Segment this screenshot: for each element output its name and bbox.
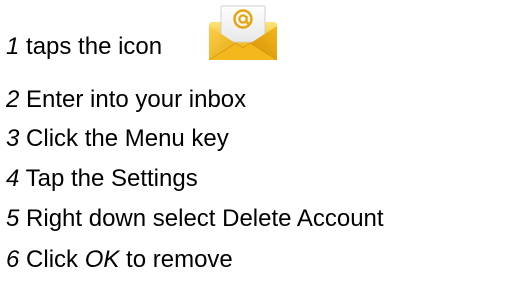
step-text-post: to remove xyxy=(119,246,233,273)
step-5: 5 Right down select Delete Account xyxy=(6,205,384,233)
email-icon xyxy=(208,5,278,61)
step-number: 3 xyxy=(6,125,20,152)
step-1: 1 taps the icon xyxy=(6,33,162,61)
step-4: 4 Tap the Settings xyxy=(6,165,198,193)
step-number: 4 xyxy=(6,165,20,192)
step-3: 3 Click the Menu key xyxy=(6,125,229,153)
step-text-pre: Click xyxy=(19,246,85,273)
ok-label: OK xyxy=(84,246,120,273)
step-number: 1 xyxy=(6,33,20,60)
step-2: 2 Enter into your inbox xyxy=(6,86,246,114)
step-text: Click the Menu key xyxy=(19,125,229,152)
step-number: 5 xyxy=(6,205,20,232)
step-6: 6 Click OK to remove xyxy=(6,246,233,274)
step-text: taps the icon xyxy=(19,33,163,60)
step-text: Tap the Settings xyxy=(19,165,198,192)
step-number: 2 xyxy=(6,86,20,113)
step-text: Enter into your inbox xyxy=(19,86,247,113)
step-number: 6 xyxy=(6,246,20,273)
step-text: Right down select Delete Account xyxy=(19,205,384,232)
